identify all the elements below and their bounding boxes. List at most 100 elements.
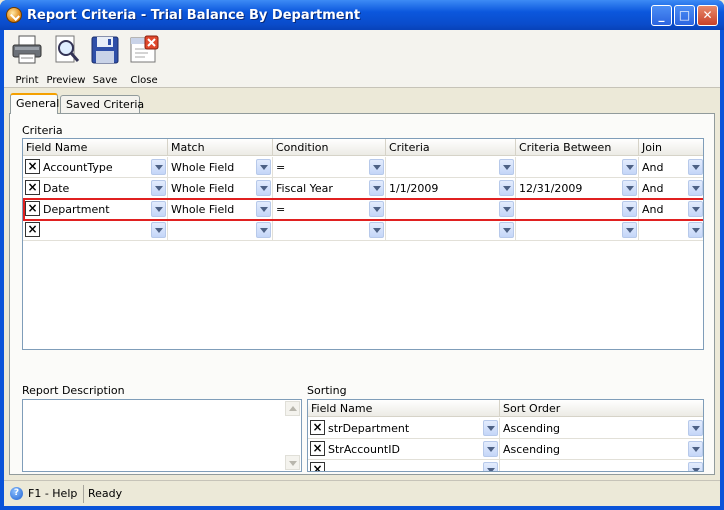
chevron-down-icon[interactable] [688, 462, 703, 471]
chevron-down-icon[interactable] [256, 159, 271, 175]
chevron-down-icon[interactable] [369, 201, 384, 217]
x-box-icon[interactable]: × [310, 462, 325, 471]
criteria-row-1-criteria-between[interactable]: 12/31/2009 [516, 178, 639, 199]
criteria-header-criteria[interactable]: Criteria [386, 139, 516, 156]
x-box-icon[interactable]: × [25, 201, 40, 216]
x-box-icon[interactable]: × [25, 159, 40, 174]
chevron-down-icon[interactable] [483, 441, 498, 457]
maximize-button[interactable]: □ [674, 5, 695, 26]
magnifier-document-icon [55, 35, 80, 63]
chevron-down-icon[interactable] [499, 159, 514, 175]
x-box-icon[interactable]: × [25, 180, 40, 195]
criteria-row-1-criteria[interactable]: 1/1/2009 [386, 178, 516, 199]
criteria-header-criteria-between[interactable]: Criteria Between [516, 139, 639, 156]
scroll-down-arrow-icon[interactable] [285, 455, 300, 470]
chevron-down-icon[interactable] [688, 159, 703, 175]
chevron-down-icon[interactable] [151, 201, 166, 217]
criteria-row-3-join[interactable] [639, 220, 703, 241]
sorting-row-1-sort-order[interactable]: Ascending [500, 439, 703, 460]
status-separator [83, 485, 84, 503]
report-description-textarea[interactable] [22, 399, 302, 472]
chevron-down-icon[interactable] [369, 180, 384, 196]
chevron-down-icon[interactable] [622, 180, 637, 196]
criteria-row-2-condition-value: = [276, 203, 286, 216]
chevron-down-icon[interactable] [688, 441, 703, 457]
criteria-row-3-criteria-between[interactable] [516, 220, 639, 241]
criteria-row-2-condition[interactable]: = [273, 199, 386, 220]
window-title: Report Criteria - Trial Balance By Depar… [27, 8, 361, 23]
scroll-up-arrow-icon[interactable] [285, 401, 300, 416]
criteria-header-join[interactable]: Join [639, 139, 703, 156]
criteria-header-match[interactable]: Match [168, 139, 273, 156]
sorting-row-2-field-name[interactable]: × [308, 460, 500, 471]
sorting-header-sort-order[interactable]: Sort Order [500, 400, 703, 417]
chevron-down-icon[interactable] [256, 201, 271, 217]
status-bar: ? F1 - Help Ready [4, 480, 720, 506]
criteria-row-0-field-name[interactable]: × AccountType [23, 157, 168, 178]
criteria-row-1-condition[interactable]: Fiscal Year [273, 178, 386, 199]
chevron-down-icon[interactable] [622, 159, 637, 175]
sorting-header-field-name[interactable]: Field Name [308, 400, 500, 417]
chevron-down-icon[interactable] [688, 222, 703, 238]
criteria-row-1-field-name[interactable]: × Date [23, 178, 168, 199]
x-box-icon[interactable]: × [310, 441, 325, 456]
chevron-down-icon[interactable] [151, 222, 166, 238]
tab-general[interactable]: General [10, 93, 59, 114]
chevron-down-icon[interactable] [499, 222, 514, 238]
chevron-down-icon[interactable] [499, 201, 514, 217]
sorting-row-1-field-name-value: StrAccountID [328, 443, 400, 456]
chevron-down-icon[interactable] [622, 201, 637, 217]
criteria-row-0-match[interactable]: Whole Field [168, 157, 273, 178]
tab-saved-criteria[interactable]: Saved Criteria [60, 95, 144, 113]
window-client-area: Print Preview Save Close General Saved C… [4, 30, 720, 506]
general-tab-panel: Criteria Field Name Match Condition Crit… [9, 113, 715, 475]
criteria-row-0-join[interactable]: And [639, 157, 703, 178]
criteria-row-1-join[interactable]: And [639, 178, 703, 199]
chevron-down-icon[interactable] [499, 180, 514, 196]
printer-icon [12, 35, 42, 64]
sorting-row-0-field-name[interactable]: × strDepartment [308, 418, 500, 439]
preview-button[interactable]: Preview [45, 34, 87, 86]
chevron-down-icon[interactable] [483, 462, 498, 471]
chevron-down-icon[interactable] [622, 222, 637, 238]
criteria-row-2-join[interactable]: And [639, 199, 703, 220]
chevron-down-icon[interactable] [151, 159, 166, 175]
chevron-down-icon[interactable] [483, 420, 498, 436]
x-box-icon[interactable]: × [310, 420, 325, 435]
criteria-row-2-criteria-between[interactable] [516, 199, 639, 220]
chevron-down-icon[interactable] [688, 420, 703, 436]
x-box-icon[interactable]: × [25, 222, 40, 237]
close-window-button[interactable]: ✕ [697, 5, 718, 26]
criteria-row-2-criteria[interactable] [386, 199, 516, 220]
close-button[interactable]: Close [123, 34, 165, 86]
title-bar[interactable]: Report Criteria - Trial Balance By Depar… [0, 0, 724, 30]
criteria-row-3-condition[interactable] [273, 220, 386, 241]
criteria-header-field-name[interactable]: Field Name [23, 139, 168, 156]
criteria-row-3-criteria[interactable] [386, 220, 516, 241]
criteria-row-2-match[interactable]: Whole Field [168, 199, 273, 220]
chevron-down-icon[interactable] [151, 180, 166, 196]
criteria-row-0-condition[interactable]: = [273, 157, 386, 178]
chevron-down-icon[interactable] [688, 201, 703, 217]
criteria-row-2-field-name[interactable]: × Department [23, 199, 168, 220]
minimize-button[interactable]: _ [651, 5, 672, 26]
criteria-row-2-field-name-value: Department [43, 203, 110, 216]
criteria-row-0-criteria[interactable] [386, 157, 516, 178]
chevron-down-icon[interactable] [256, 180, 271, 196]
sorting-row-0-sort-order[interactable]: Ascending [500, 418, 703, 439]
sorting-row-1-field-name[interactable]: × StrAccountID [308, 439, 500, 460]
criteria-row-1-match[interactable]: Whole Field [168, 178, 273, 199]
criteria-header-condition[interactable]: Condition [273, 139, 386, 156]
sorting-group-label: Sorting [307, 384, 347, 397]
chevron-down-icon[interactable] [256, 222, 271, 238]
save-button[interactable]: Save [84, 34, 126, 86]
chevron-down-icon[interactable] [369, 159, 384, 175]
criteria-row-0-criteria-between[interactable] [516, 157, 639, 178]
sorting-row-2-sort-order[interactable] [500, 460, 703, 471]
chevron-down-icon[interactable] [369, 222, 384, 238]
print-button[interactable]: Print [6, 34, 48, 86]
criteria-row-3-match[interactable] [168, 220, 273, 241]
toolbar: Print Preview Save Close [4, 30, 720, 88]
chevron-down-icon[interactable] [688, 180, 703, 196]
criteria-row-3-field-name[interactable]: × [23, 220, 168, 241]
